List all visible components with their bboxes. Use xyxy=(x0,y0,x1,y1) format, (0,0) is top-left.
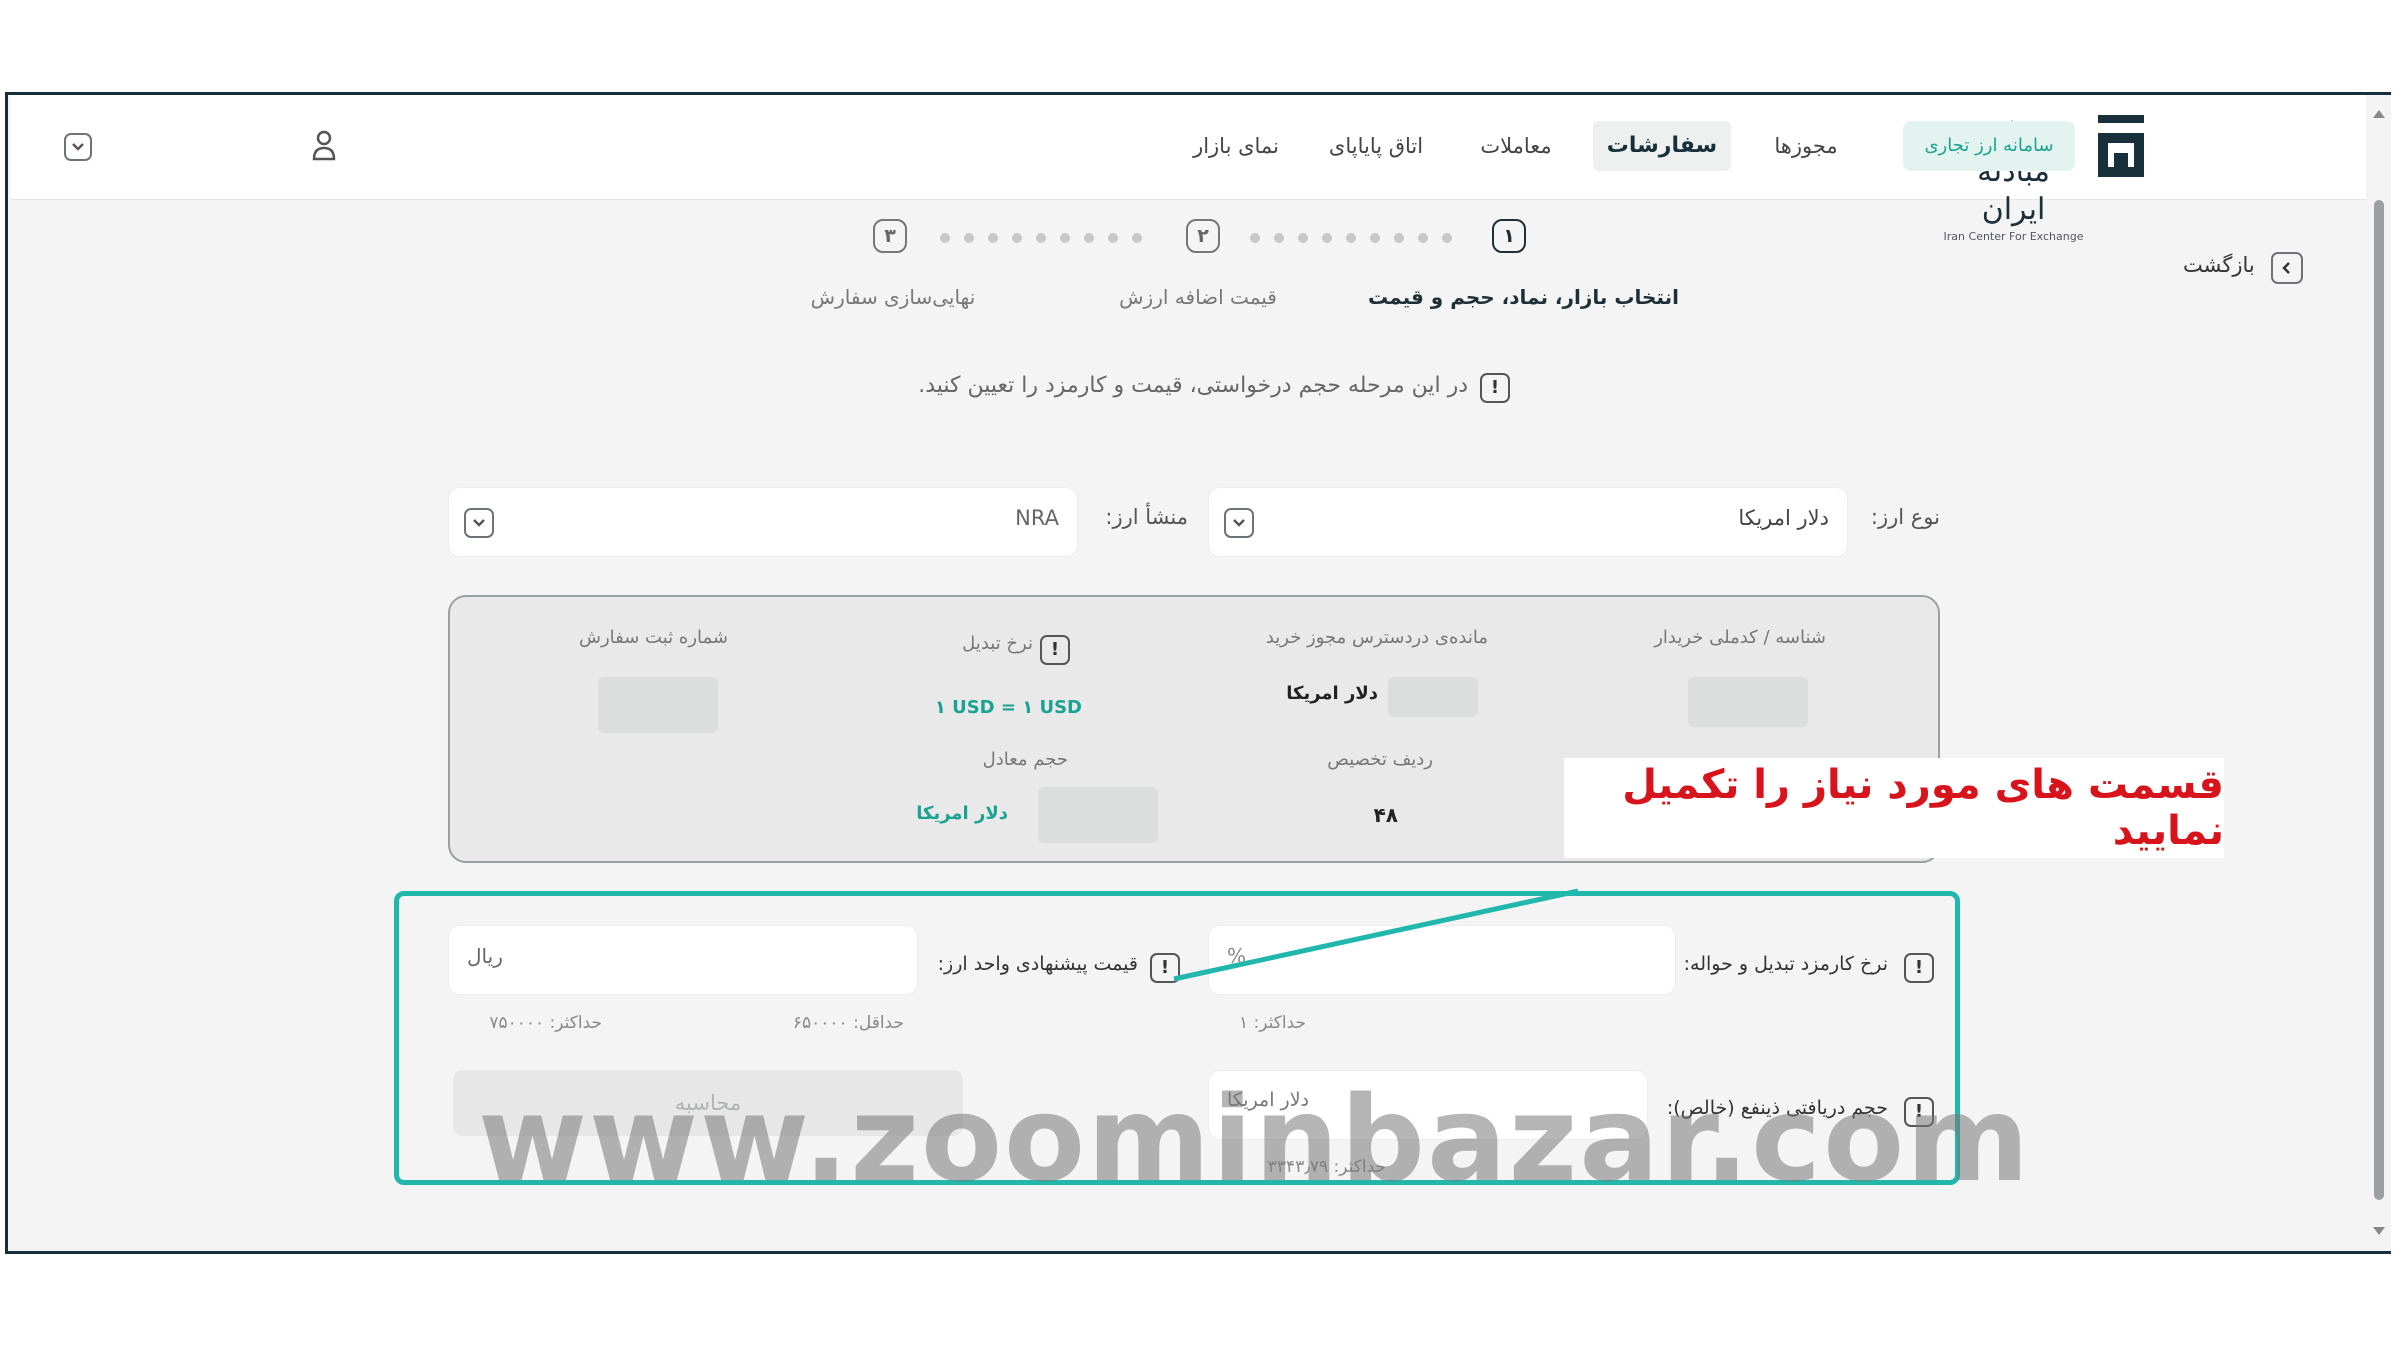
step-3-label: نهایی‌سازی سفارش xyxy=(810,285,976,309)
nav-system-pill[interactable]: سامانه ارز تجاری xyxy=(1903,121,2075,171)
scrollbar[interactable] xyxy=(2368,100,2390,1250)
nav-item-trades[interactable]: معاملات xyxy=(1461,121,1571,171)
buyer-id-label: شناسه / کدملی خریدار xyxy=(1654,627,1826,648)
allocation-row-label: ردیف تخصیص xyxy=(1327,749,1433,770)
user-icon[interactable] xyxy=(309,127,339,163)
nav-item-clearing-room[interactable]: اتاق پایاپای xyxy=(1311,121,1441,171)
top-navigation-bar: مرکز مبادله ایران Iran Center For Exchan… xyxy=(11,95,2366,243)
nav-item-orders[interactable]: سفارشات xyxy=(1593,121,1731,171)
currency-type-label: نوع ارز: xyxy=(1870,505,1940,529)
step-2-circle: ۲ xyxy=(1186,219,1220,253)
chevron-down-icon[interactable] xyxy=(464,508,494,538)
nav-item-permits[interactable]: مجوزها xyxy=(1751,121,1861,171)
currency-origin-select[interactable]: NRA xyxy=(448,487,1078,557)
currency-type-value: دلار امریکا xyxy=(1738,506,1829,530)
app-window: مرکز مبادله ایران Iran Center For Exchan… xyxy=(5,92,2391,1254)
order-registration-value xyxy=(598,677,718,733)
conversion-rate-label: نرخ تبدیل xyxy=(962,633,1033,654)
order-registration-label: شماره ثبت سفارش xyxy=(579,627,728,648)
step-connector-dots xyxy=(940,233,1142,243)
instruction-callout-text: قسمت های مورد نیاز را تکمیل نمایید xyxy=(1622,762,2224,854)
callout-pointer-line xyxy=(1173,888,1579,982)
equivalent-volume-amount xyxy=(1038,787,1158,843)
conversion-rate-value: ۱ USD = ۱ USD xyxy=(934,697,1082,718)
remaining-permit-value: دلار امریکا xyxy=(1286,683,1378,704)
back-link-label[interactable]: بازگشت xyxy=(2183,253,2255,277)
remaining-permit-amount xyxy=(1388,677,1478,717)
step-1-label: انتخاب بازار، نماد، حجم و قیمت xyxy=(1368,285,1679,309)
allocation-row-value: ۴۸ xyxy=(1373,803,1398,827)
info-message: در این مرحله حجم درخواستی، قیمت و کارمزد… xyxy=(918,373,1468,398)
chevron-down-icon[interactable] xyxy=(64,133,92,161)
nav-item-market-view[interactable]: نمای بازار xyxy=(1181,121,1291,171)
step-connector-dots xyxy=(1250,233,1452,243)
buyer-id-value xyxy=(1688,677,1808,727)
currency-type-select[interactable]: دلار امریکا xyxy=(1208,487,1848,557)
scrollbar-thumb[interactable] xyxy=(2374,200,2384,1200)
step-1-circle: ۱ xyxy=(1492,219,1526,253)
currency-origin-value: NRA xyxy=(1015,506,1059,530)
watermark: www.zoominbazar.com xyxy=(478,1070,2032,1208)
equivalent-volume-label: حجم معادل xyxy=(982,749,1068,770)
currency-origin-label: منشأ ارز: xyxy=(1105,505,1188,529)
step-2-label: قیمت اضافه ارزش xyxy=(1119,285,1277,309)
info-icon[interactable]: ! xyxy=(1040,635,1070,665)
remaining-permit-label: مانده‌ی دردسترس مجوز خرید xyxy=(1265,627,1488,648)
instruction-callout: قسمت های مورد نیاز را تکمیل نمایید xyxy=(1564,758,2224,858)
info-icon: ! xyxy=(1480,373,1510,403)
step-3-circle: ۳ xyxy=(873,219,907,253)
equivalent-volume-value: دلار امریکا xyxy=(916,803,1008,824)
chevron-down-icon[interactable] xyxy=(1224,508,1254,538)
exchange-logo-icon xyxy=(2098,115,2144,177)
brand-name-en: Iran Center For Exchange xyxy=(1943,230,2084,243)
back-arrow-icon[interactable] xyxy=(2271,252,2303,284)
